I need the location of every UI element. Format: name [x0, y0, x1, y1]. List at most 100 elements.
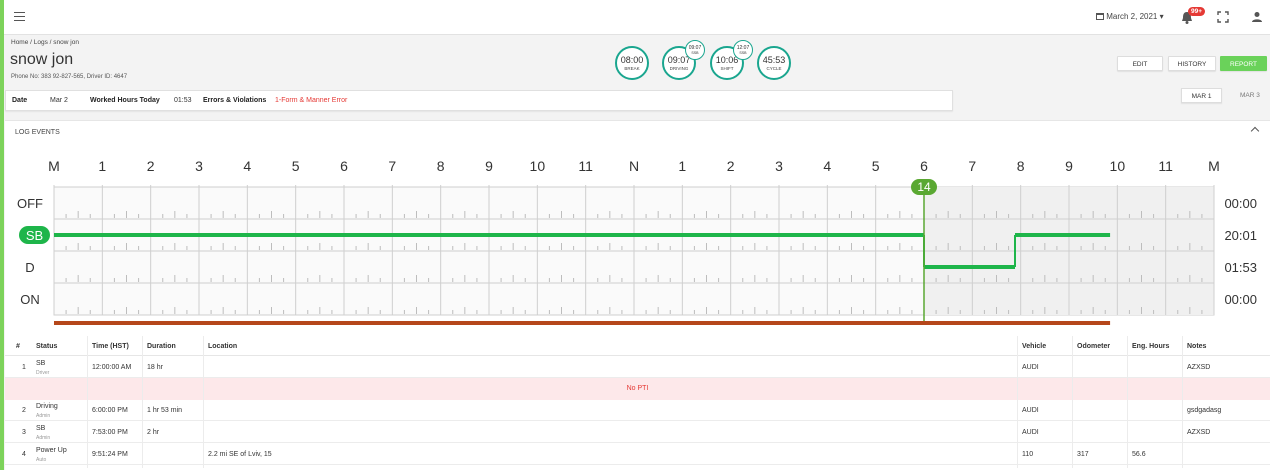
- breadcrumb-current: snow jon: [53, 39, 79, 46]
- hour-label: 4: [243, 158, 251, 174]
- col-header-odometer: Odometer: [1077, 343, 1111, 350]
- table-row[interactable]: 1 SB Driver 12:00:00 AM 18 hr AUDI AZXSD: [5, 357, 1270, 378]
- col-header-eng-hours: Eng. Hours: [1132, 343, 1170, 350]
- breadcrumb: Home / Logs / snow jon: [11, 39, 79, 46]
- hour-label: 9: [485, 158, 493, 174]
- edit-button[interactable]: EDIT: [1117, 56, 1163, 71]
- chevron-down-icon: ▾: [1159, 12, 1164, 21]
- hour-label: 9: [1065, 158, 1073, 174]
- row-vehicle: 110: [1022, 451, 1034, 458]
- hour-label: 1: [678, 158, 686, 174]
- col-header-status: Status: [36, 343, 58, 350]
- row-vehicle: AUDI: [1022, 364, 1039, 371]
- row-source: Admin: [36, 413, 51, 419]
- status-label-d: D: [25, 260, 34, 275]
- gauge-value: 08:00: [620, 55, 644, 65]
- menu-icon[interactable]: [14, 12, 25, 21]
- status-label-on: ON: [20, 292, 40, 307]
- table-row[interactable]: 2 Driving Admin 6:00:00 PM 1 hr 53 min A…: [5, 400, 1270, 421]
- mini-gauge-driving-ssb: 09:07 SSB: [685, 40, 705, 60]
- hour-label: N: [629, 158, 639, 174]
- hour-label: M: [1208, 158, 1220, 174]
- row-vehicle: AUDI: [1022, 407, 1039, 414]
- row-status: Driving: [36, 403, 58, 410]
- gauge-label: CYCLE: [766, 66, 782, 71]
- hour-label: 3: [775, 158, 783, 174]
- row-source: Admin: [36, 435, 51, 441]
- hour-label: 8: [1017, 158, 1025, 174]
- top-bar: [4, 0, 1270, 35]
- next-day-button[interactable]: MAR 3: [1240, 92, 1260, 99]
- hour-label: 7: [968, 158, 976, 174]
- row-notes: AZXSD: [1187, 364, 1211, 371]
- row-num: 1: [22, 364, 26, 371]
- col-header-num: #: [16, 343, 20, 350]
- hour-label: 3: [195, 158, 203, 174]
- status-label-sb: SB: [26, 228, 43, 243]
- worked-hours-value: 01:53: [174, 97, 192, 104]
- date-value: Mar 2: [50, 97, 68, 104]
- hour-label: 10: [1110, 158, 1126, 174]
- summary-bar: Date Mar 2 Worked Hours Today 01:53 Erro…: [5, 90, 953, 111]
- row-duration: 18 hr: [147, 364, 163, 371]
- status-total-d: 01:53: [1224, 260, 1257, 275]
- hour-label: 5: [292, 158, 300, 174]
- hour-label: 8: [437, 158, 445, 174]
- col-header-duration: Duration: [147, 343, 176, 350]
- column-divider: [1072, 336, 1073, 468]
- no-pti-alert: No PTI: [5, 378, 1270, 400]
- row-duration: 2 hr: [147, 429, 160, 436]
- status-total-sb: 20:01: [1224, 228, 1257, 243]
- date-picker-value: March 2, 2021: [1106, 12, 1158, 21]
- col-header-location: Location: [208, 343, 238, 350]
- hour-label: M: [48, 158, 60, 174]
- fullscreen-icon[interactable]: [1217, 11, 1229, 23]
- table-header: # Status Time (HST) Duration Location Ve…: [5, 336, 1270, 356]
- mini-gauge-shift-ssb: 12:07 SSB: [733, 40, 753, 60]
- hour-label: 10: [530, 158, 546, 174]
- report-button[interactable]: REPORT: [1220, 56, 1267, 71]
- gauge-label: DRIVING: [669, 66, 689, 71]
- date-picker[interactable]: March 2, 2021 ▾: [1096, 12, 1164, 21]
- row-time: 6:00:00 PM: [92, 407, 128, 414]
- hour-label: 5: [872, 158, 880, 174]
- gauge-label: BREAK: [624, 66, 640, 71]
- column-divider: [203, 336, 204, 468]
- table-row[interactable]: 3 SB Admin 7:53:00 PM 2 hr AUDI AZXSD: [5, 422, 1270, 443]
- log-graph: M 1 2 3 4 5 6 7 8 9 10 11 N 1 2 3 4 5 6 7 8 9 10 11 M OFF SB D ON 00:…: [17, 158, 1257, 325]
- row-num: 2: [22, 407, 26, 414]
- hour-label: 11: [1158, 158, 1173, 174]
- page-title: snow jon: [10, 51, 74, 68]
- breadcrumb-logs[interactable]: Logs: [34, 39, 48, 46]
- column-divider: [1182, 336, 1183, 468]
- row-status: SB: [36, 425, 46, 432]
- row-time: 7:53:00 PM: [92, 429, 128, 436]
- row-odometer: 317: [1077, 451, 1089, 458]
- column-divider: [1127, 336, 1128, 468]
- gauge-cycle: 45:53 CYCLE: [757, 46, 791, 80]
- col-header-time: Time (HST): [92, 343, 129, 350]
- row-num: 4: [22, 451, 26, 458]
- worked-hours-label: Worked Hours Today: [90, 97, 160, 104]
- breadcrumb-home[interactable]: Home: [11, 39, 28, 46]
- hour-label: 2: [147, 158, 155, 174]
- hour-label: 6: [340, 158, 348, 174]
- row-vehicle: AUDI: [1022, 429, 1039, 436]
- status-total-off: 00:00: [1224, 196, 1257, 211]
- gauge-value: 45:53: [762, 55, 786, 65]
- row-num: 3: [22, 429, 26, 436]
- previous-day-button[interactable]: MAR 1: [1181, 88, 1222, 103]
- table-row[interactable]: 4 Power Up Auto 9:51:24 PM 2.2 mi SE of …: [5, 444, 1270, 465]
- calendar-icon: [1096, 13, 1104, 20]
- column-divider: [1017, 336, 1018, 468]
- row-notes: AZXSD: [1187, 429, 1211, 436]
- row-source: Auto: [36, 457, 47, 463]
- errors-value[interactable]: 1-Form & Manner Error: [275, 97, 347, 104]
- history-button[interactable]: HISTORY: [1168, 56, 1216, 71]
- status-label-off: OFF: [17, 196, 43, 211]
- left-accent-bar: [0, 0, 4, 470]
- user-icon[interactable]: [1250, 10, 1264, 24]
- hour-label: 6: [920, 158, 928, 174]
- driver-details: Phone No: 383 92-827-565, Driver ID: 464…: [11, 74, 128, 80]
- hour-label: 1: [98, 158, 106, 174]
